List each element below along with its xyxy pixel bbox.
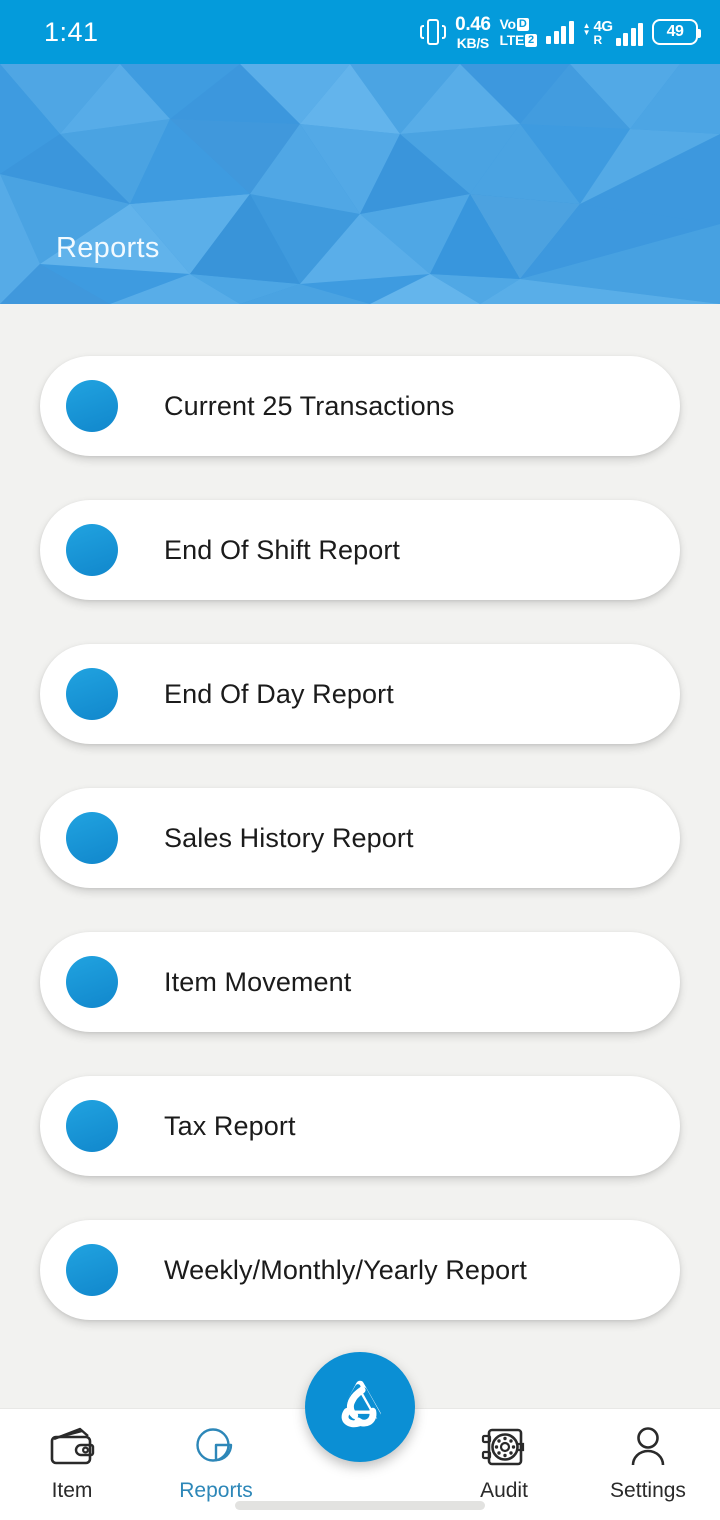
battery-icon: 49 [652,19,701,45]
bullet-dot-icon [66,956,118,1008]
report-item-sales-history[interactable]: Sales History Report [40,788,680,888]
volte-sim-badge-2: 2 [525,33,538,47]
battery-level-label: 49 [666,23,684,40]
nav-item-item[interactable]: Item [0,1409,144,1503]
network-speed-value: 0.46 [455,13,491,35]
report-item-label: Tax Report [164,1110,296,1141]
nav-item-settings[interactable]: Settings [576,1409,720,1503]
signal-bars-icon-2 [615,22,643,46]
report-item-label: End Of Day Report [164,678,394,709]
fab-home-button[interactable] [305,1352,415,1462]
report-item-label: Sales History Report [164,822,414,853]
gesture-home-indicator[interactable] [235,1501,485,1510]
status-bar-icons: 0.46 KB/S Vo D LTE 2 ▲ ▼ 4G R 49 [420,13,701,51]
volte-vo-label: Vo [499,16,517,32]
report-item-label: Weekly/Monthly/Yearly Report [164,1254,527,1285]
nav-item-label: Item [51,1479,93,1502]
network-type-label: 4G [593,17,613,35]
triskelion-logo-icon [338,1380,382,1428]
volte-sim-badge-1: D [516,17,529,31]
signal-bars-icon [546,20,574,44]
roaming-label: R [593,32,603,47]
network-speed-unit: KB/S [456,34,490,51]
phone-screen: 1:41 0.46 KB/S Vo D LTE 2 ▲ ▼ 4G R 49 Re… [0,0,720,1520]
report-item-item-movement[interactable]: Item Movement [40,932,680,1032]
report-item-tax-report[interactable]: Tax Report [40,1076,680,1176]
report-list: Current 25 Transactions End Of Shift Rep… [0,304,720,1364]
bullet-dot-icon [66,380,118,432]
report-item-label: Item Movement [164,966,352,997]
wallet-icon [50,1427,95,1465]
sim2-signal-icon: ▲ ▼ 4G R [583,19,643,46]
status-bar: 1:41 0.46 KB/S Vo D LTE 2 ▲ ▼ 4G R 49 [0,0,720,64]
report-item-weekly-monthly-yearly[interactable]: Weekly/Monthly/Yearly Report [40,1220,680,1320]
nav-item-reports[interactable]: Reports [144,1409,288,1503]
page-title: Reports [56,232,160,264]
bullet-dot-icon [66,1244,118,1296]
status-bar-clock: 1:41 [44,16,99,47]
nav-item-audit[interactable]: Audit [432,1409,576,1503]
page-header-banner: Reports [0,64,720,304]
bullet-dot-icon [66,524,118,576]
bullet-dot-icon [66,668,118,720]
nav-item-label: Audit [480,1479,528,1502]
nav-item-label: Reports [179,1479,253,1502]
volte-lte-label: LTE [499,32,525,48]
pie-chart-icon [196,1428,233,1462]
network-speed-indicator: 0.46 KB/S [455,13,491,51]
bullet-dot-icon [66,1100,118,1152]
nav-item-label: Settings [610,1479,686,1502]
data-transfer-arrows-icon: ▲ ▼ [582,20,591,37]
low-poly-background-pattern [0,64,720,304]
report-item-current-transactions[interactable]: Current 25 Transactions [40,356,680,456]
volte-icon: Vo D LTE 2 [500,17,538,47]
bullet-dot-icon [66,812,118,864]
safe-vault-icon [481,1428,525,1466]
report-item-label: Current 25 Transactions [164,390,455,421]
report-item-end-of-shift[interactable]: End Of Shift Report [40,500,680,600]
report-item-end-of-day[interactable]: End Of Day Report [40,644,680,744]
person-icon [631,1427,665,1466]
report-item-label: End Of Shift Report [164,534,401,565]
vibrate-icon [420,17,447,47]
